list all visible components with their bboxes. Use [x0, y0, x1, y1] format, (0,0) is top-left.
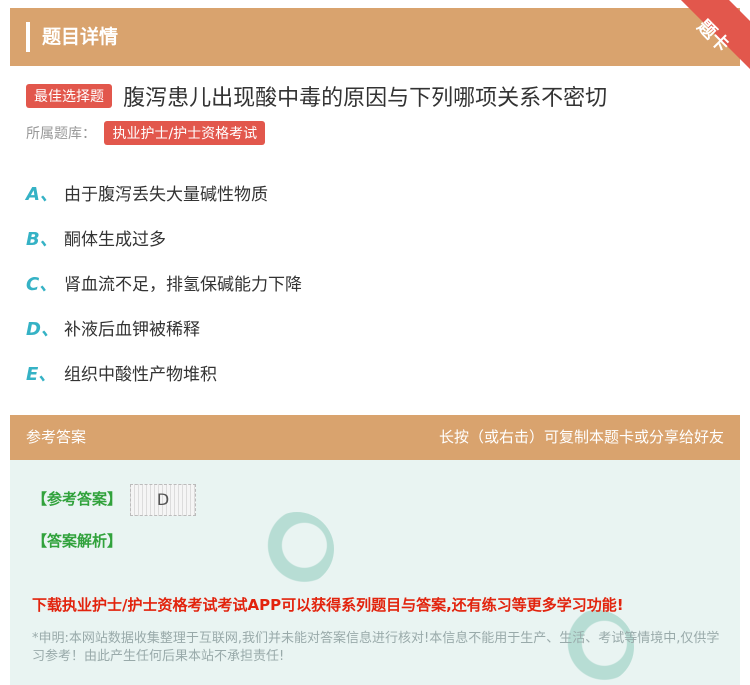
option-d[interactable]: D、 补液后血钾被稀释: [26, 305, 302, 350]
answer-section-title: 参考答案: [26, 428, 87, 446]
question-text: 腹泻患儿出现酸中毒的原因与下列哪项关系不密切: [123, 86, 608, 111]
page-header: 题目详情: [10, 8, 740, 66]
answer-label: 【参考答案】: [32, 490, 123, 508]
option-letter: C、: [26, 273, 58, 295]
question-bank: 所属题库： 执业护士/护士资格考试: [26, 121, 266, 145]
option-text: 组织中酸性产物堆积: [64, 365, 217, 385]
option-text: 由于腹泻丢失大量碱性物质: [64, 185, 268, 205]
answer-header: 参考答案 长按（或右击）可复制本题卡或分享给好友: [10, 415, 740, 460]
option-b[interactable]: B、 酮体生成过多: [26, 215, 302, 260]
answer-image: D: [130, 484, 196, 516]
watermark-logo: [260, 512, 334, 586]
option-letter: B、: [26, 228, 58, 250]
option-a[interactable]: A、 由于腹泻丢失大量碱性物质: [26, 170, 302, 215]
question-line: 最佳选择题 腹泻患儿出现酸中毒的原因与下列哪项关系不密切: [26, 80, 736, 112]
options-list: A、 由于腹泻丢失大量碱性物质 B、 酮体生成过多 C、 肾血流不足，排氢保碱能…: [26, 170, 302, 395]
option-e[interactable]: E、 组织中酸性产物堆积: [26, 350, 302, 395]
question-type-badge: 最佳选择题: [26, 84, 112, 108]
bank-label: 所属题库：: [26, 126, 96, 142]
page-title: 题目详情: [42, 26, 119, 48]
option-text: 肾血流不足，排氢保碱能力下降: [64, 275, 302, 295]
option-text: 补液后血钾被稀释: [64, 320, 200, 340]
option-letter: D、: [26, 318, 59, 340]
analysis-label: 【答案解析】: [32, 532, 123, 550]
answer-body: 【参考答案】 D 【答案解析】 下载执业护士/护士资格考试考试APP可以获得系列…: [10, 460, 740, 685]
bank-tag[interactable]: 执业护士/护士资格考试: [104, 121, 266, 145]
option-letter: E、: [26, 363, 57, 385]
header-accent-bar: [26, 22, 30, 52]
app-promo-link[interactable]: 下载执业护士/护士资格考试考试APP可以获得系列题目与答案,还有练习等更多学习功…: [32, 594, 624, 615]
disclaimer: *申明:本网站数据收集整理于互联网,我们并未能对答案信息进行核对!本信息不能用于…: [32, 631, 720, 664]
share-hint: 长按（或右击）可复制本题卡或分享给好友: [438, 428, 724, 446]
corner-ribbon: 题卡: [650, 0, 750, 90]
option-text: 酮体生成过多: [64, 230, 166, 250]
option-letter: A、: [26, 183, 58, 205]
option-c[interactable]: C、 肾血流不足，排氢保碱能力下降: [26, 260, 302, 305]
